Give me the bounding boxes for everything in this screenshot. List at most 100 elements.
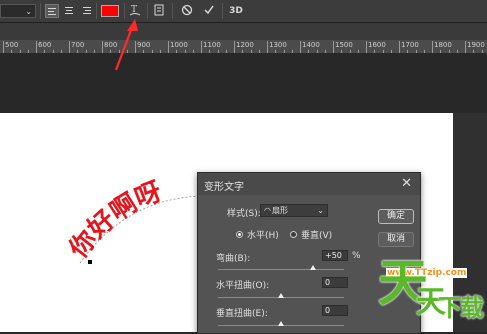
- dialog-title: 变形文字: [204, 182, 244, 193]
- ruler-minor-tick: [407, 50, 409, 53]
- ruler-minor-tick: [19, 50, 21, 53]
- ok-button[interactable]: 确定: [378, 209, 414, 224]
- toolbar-divider: [40, 3, 41, 19]
- 3d-label: 3D: [229, 6, 243, 16]
- vertical-distort-value: 0: [325, 306, 331, 315]
- ruler-major-tick: [267, 41, 268, 53]
- ruler-major-tick: [300, 41, 301, 53]
- ruler-minor-tick: [415, 50, 417, 53]
- cancel-button[interactable]: 取消: [378, 232, 414, 247]
- ruler-major-tick: [69, 41, 70, 53]
- ruler-major-tick: [333, 41, 334, 53]
- toolbar-divider: [172, 3, 173, 19]
- ruler-minor-tick: [159, 50, 161, 53]
- font-size-dropdown[interactable]: ⌄: [0, 4, 36, 18]
- ruler-major-tick: [399, 41, 400, 53]
- bend-slider-thumb[interactable]: [309, 265, 316, 270]
- bend-value-field[interactable]: +50: [322, 250, 348, 261]
- align-left-button[interactable]: [45, 4, 59, 18]
- ruler-label: 500: [5, 41, 19, 49]
- ruler-major-tick: [168, 41, 169, 53]
- ruler-major-tick: [3, 41, 4, 53]
- close-icon[interactable]: ✕: [401, 177, 412, 190]
- ok-label: 确定: [386, 211, 405, 221]
- ruler-minor-tick: [250, 50, 252, 53]
- ruler-minor-tick: [118, 50, 120, 53]
- ruler-minor-tick: [258, 50, 260, 53]
- ruler-label: 700: [71, 41, 85, 49]
- ruler-minor-tick: [349, 50, 351, 53]
- ruler-minor-tick: [217, 50, 219, 53]
- horizontal-radio[interactable]: [236, 231, 243, 238]
- ruler-label: 1200: [236, 41, 254, 49]
- horizontal-distort-slider-thumb[interactable]: [278, 293, 284, 298]
- bend-label: 弯曲(B):: [216, 254, 251, 264]
- ruler-minor-tick: [93, 50, 95, 53]
- ruler-minor-tick: [456, 50, 458, 53]
- style-value: 扇形: [272, 206, 288, 215]
- ruler-label: 1000: [170, 41, 188, 49]
- ruler-minor-tick: [308, 50, 310, 53]
- ruler-minor-tick: [44, 50, 46, 53]
- ruler-minor-tick: [11, 50, 13, 53]
- ruler-minor-tick: [209, 50, 211, 53]
- horizontal-distort-value-field[interactable]: 0: [322, 277, 348, 288]
- ruler-major-tick: [465, 41, 466, 53]
- vertical-label: 垂直(V): [301, 231, 333, 241]
- ruler-minor-tick: [473, 50, 475, 53]
- text-color-swatch[interactable]: [101, 5, 119, 17]
- ruler-label: 1900: [467, 41, 485, 49]
- ruler-label: 1400: [302, 41, 320, 49]
- cancel-icon[interactable]: [180, 3, 194, 22]
- bend-slider-track[interactable]: [218, 269, 344, 270]
- watermark-char: 下: [438, 294, 462, 322]
- bend-value: +50: [325, 251, 342, 260]
- warp-text-icon[interactable]: T: [128, 3, 142, 22]
- 3d-button[interactable]: 3D: [228, 3, 244, 19]
- ruler-minor-tick: [316, 50, 318, 53]
- ruler-minor-tick: [382, 50, 384, 53]
- vertical-radio[interactable]: [290, 231, 297, 238]
- dialog-titlebar: 变形文字 ✕: [198, 173, 420, 195]
- ruler-label: 800: [104, 41, 118, 49]
- vertical-distort-slider-thumb[interactable]: [278, 321, 284, 326]
- ruler-minor-tick: [448, 50, 450, 53]
- character-paragraph-panels-icon[interactable]: [152, 3, 166, 22]
- ruler-minor-tick: [242, 50, 244, 53]
- ruler-major-tick: [366, 41, 367, 53]
- vertical-distort-value-field[interactable]: 0: [322, 305, 348, 316]
- ruler-minor-tick: [341, 50, 343, 53]
- ruler-label: 1500: [335, 41, 353, 49]
- ruler-major-tick: [234, 41, 235, 53]
- ruler-minor-tick: [27, 50, 29, 53]
- watermark-char: 载: [460, 294, 484, 322]
- ruler-minor-tick: [143, 50, 145, 53]
- text-anchor-handle[interactable]: [88, 260, 92, 264]
- ruler-minor-tick: [151, 50, 153, 53]
- ruler-minor-tick: [77, 50, 79, 53]
- horizontal-distort-value: 0: [325, 278, 331, 287]
- style-dropdown[interactable]: ◠扇形 ⌄: [260, 204, 328, 217]
- horizontal-distort-label: 水平扭曲(O):: [216, 281, 270, 291]
- horizontal-label: 水平(H): [247, 231, 279, 241]
- commit-checkmark-icon[interactable]: [202, 3, 216, 22]
- align-right-button[interactable]: [79, 4, 93, 18]
- ruler-major-tick: [201, 41, 202, 53]
- ruler-minor-tick: [291, 50, 293, 53]
- chevron-down-icon: ⌄: [25, 7, 32, 16]
- ruler-label: 1700: [401, 41, 419, 49]
- ruler-label: 1600: [368, 41, 386, 49]
- ruler-label: 1300: [269, 41, 287, 49]
- ruler-major-tick: [102, 41, 103, 53]
- horizontal-ruler: 500 600 700 800 900 1000 1100 1200 1300 1400 1500 1…: [0, 40, 487, 54]
- ruler-minor-tick: [184, 50, 186, 53]
- chevron-down-icon: ⌄: [317, 206, 324, 215]
- style-label: 样式(S):: [227, 209, 261, 219]
- ruler-major-tick: [432, 41, 433, 53]
- cancel-label: 取消: [386, 234, 405, 244]
- ruler-major-tick: [36, 41, 37, 53]
- bend-unit: %: [352, 251, 361, 261]
- align-center-button[interactable]: [62, 4, 76, 18]
- ruler-minor-tick: [390, 50, 392, 53]
- ruler-major-tick: [135, 41, 136, 53]
